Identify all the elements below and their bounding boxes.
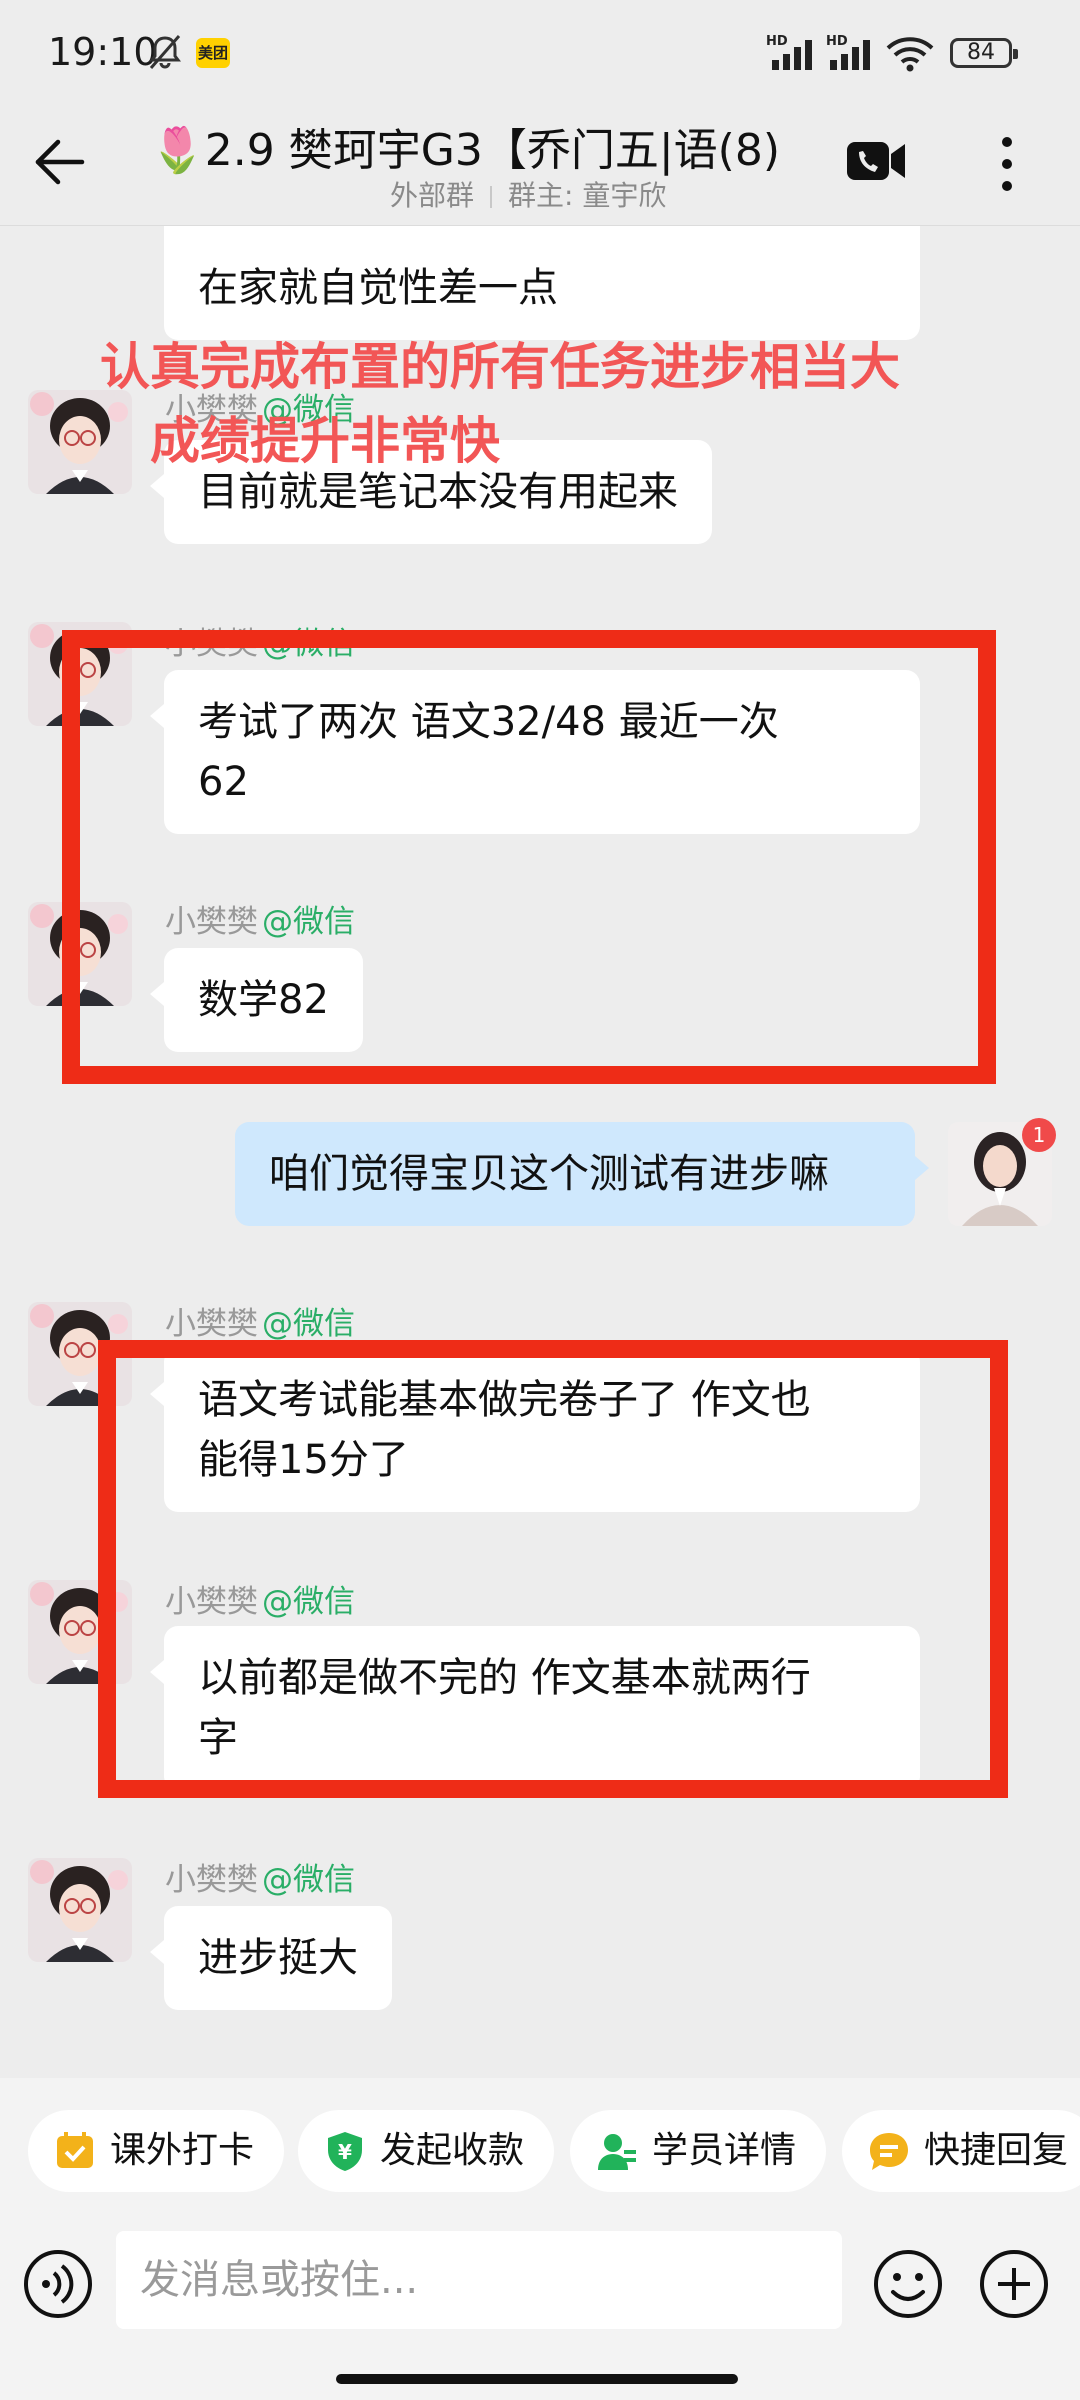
call-icon[interactable]: [845, 134, 907, 188]
svg-text:¥: ¥: [338, 2140, 352, 2164]
sender-name: 小樊樊 @微信: [165, 1298, 355, 1343]
action-quick-reply-button[interactable]: 快捷回复: [842, 2110, 1080, 2192]
message-text: 进步挺大: [198, 1935, 358, 1981]
wechat-tag: @微信: [262, 1862, 355, 1898]
chat-messages[interactable]: 在家就自觉性差一点 小樊樊 @微信 目前就是笔记本没有用起来 小樊樊 @微信 考试了…: [0, 226, 1080, 2078]
wifi-icon: [886, 37, 934, 72]
signal-icon-2: [830, 40, 870, 70]
chat-header: 🌷2.9 樊珂宇G3【乔门五|语(8) 外部群 群主: 童宇欣: [0, 108, 1080, 226]
group-type: 外部群: [390, 179, 475, 212]
calendar-check-icon: [57, 2132, 93, 2168]
annotation-red-box: [62, 630, 996, 1084]
message-text: 咱们觉得宝贝这个测试有进步嘛: [269, 1151, 829, 1197]
battery-icon: 84: [950, 38, 1018, 68]
action-checkin-button[interactable]: 课外打卡: [28, 2110, 285, 2192]
emoji-icon[interactable]: [872, 2248, 944, 2320]
annotation-line: 成绩提升非常快: [150, 412, 500, 470]
more-options-icon[interactable]: [992, 132, 1022, 196]
signal-icon: [772, 40, 812, 70]
message-input[interactable]: [116, 2231, 842, 2329]
quick-actions-bar[interactable]: 课外打卡 ¥ 发起收款 学员详情 快捷回复: [0, 2078, 1080, 2226]
annotation-text: 认真完成布置的所有任务进步相当大 成绩提升非常快: [100, 330, 900, 478]
quick-reply-icon: [870, 2133, 908, 2170]
annotation-red-box: [98, 1340, 1008, 1798]
message-text: 在家就自觉性差一点: [198, 265, 558, 311]
home-indicator[interactable]: [336, 2374, 738, 2384]
meituan-app-icon: 美团: [196, 38, 230, 68]
chat-title: 🌷2.9 樊珂宇G3【乔门五|语(8): [150, 114, 818, 178]
input-bar: [0, 2226, 1080, 2400]
bell-muted-icon: [149, 35, 181, 69]
action-payment-button[interactable]: ¥ 发起收款: [298, 2110, 555, 2192]
message-bubble[interactable]: 在家就自觉性差一点: [164, 226, 920, 340]
sender-name: 小樊樊 @微信: [165, 1854, 355, 1899]
student-icon: [598, 2134, 636, 2170]
back-arrow-icon[interactable]: [30, 132, 90, 192]
member-count: (8): [717, 125, 780, 176]
action-label: 学员详情: [652, 2130, 797, 2171]
chat-subtitle: 外部群 群主: 童宇欣: [390, 174, 666, 214]
voice-input-icon[interactable]: [22, 2248, 94, 2320]
status-time: 19:10: [48, 30, 158, 74]
avatar[interactable]: [28, 1858, 132, 1962]
message-bubble[interactable]: 进步挺大: [150, 1906, 392, 2010]
action-label: 发起收款: [380, 2130, 525, 2171]
sender-label: 小樊樊: [165, 1862, 258, 1898]
avatar-image: [28, 1858, 132, 1962]
group-name: 🌷2.9 樊珂宇G3【乔门五|语: [150, 125, 718, 176]
wechat-tag: @微信: [262, 1306, 355, 1342]
action-student-button[interactable]: 学员详情: [570, 2110, 827, 2192]
plus-icon[interactable]: [978, 2248, 1050, 2320]
my-message-bubble[interactable]: 咱们觉得宝贝这个测试有进步嘛: [235, 1122, 929, 1226]
action-label: 快捷回复: [924, 2130, 1069, 2171]
action-label: 课外打卡: [110, 2130, 255, 2171]
unread-badge: 1: [1022, 1118, 1056, 1152]
sender-label: 小樊樊: [165, 1306, 258, 1342]
divider: [490, 186, 493, 208]
status-bar: 19:10 美团 HD HD 84: [0, 0, 1080, 108]
annotation-line: 认真完成布置的所有任务进步相当大: [100, 338, 900, 396]
group-owner: 群主: 童宇欣: [508, 179, 667, 212]
yuan-shield-icon: ¥: [328, 2132, 362, 2171]
